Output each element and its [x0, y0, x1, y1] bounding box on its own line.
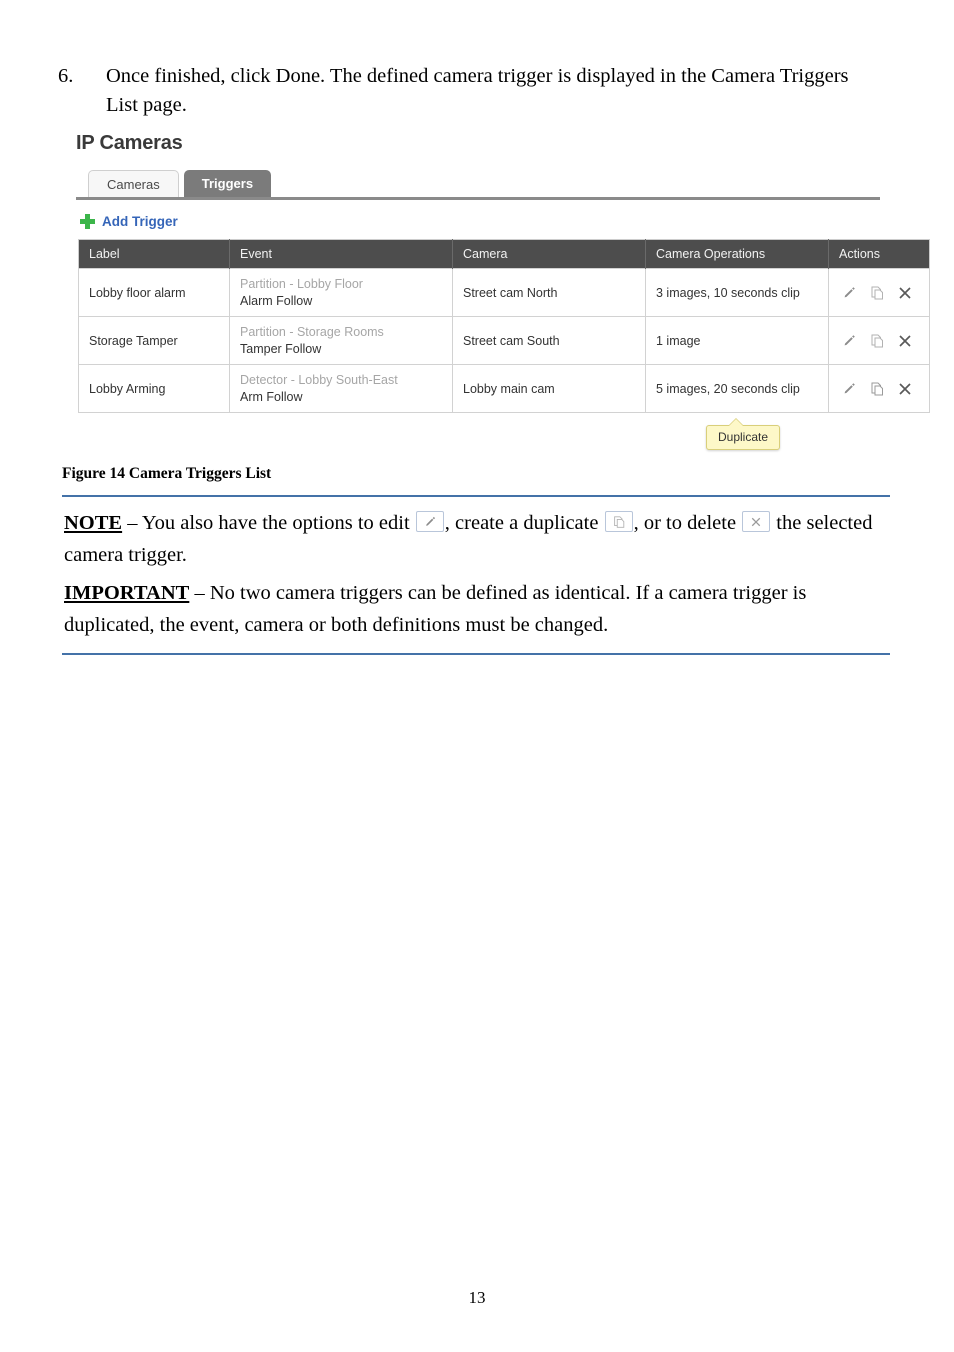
page-number: 13	[468, 1288, 486, 1307]
delete-icon	[742, 511, 771, 532]
note-keyword: NOTE	[64, 512, 123, 534]
cell-camera-operations: 3 images, 10 seconds clip	[645, 268, 829, 317]
column-header-actions: Actions	[828, 239, 930, 269]
table-body: Lobby floor alarm Partition - Lobby Floo…	[78, 268, 930, 413]
column-header-camera-operations: Camera Operations	[645, 239, 829, 269]
tooltip-text: Duplicate	[718, 430, 769, 444]
delete-icon[interactable]	[897, 285, 913, 301]
event-name: Alarm Follow	[240, 294, 313, 308]
important-keyword: IMPORTANT	[64, 582, 190, 604]
event-name: Arm Follow	[240, 390, 303, 404]
cell-camera: Street cam South	[452, 316, 646, 365]
column-header-label: Label	[78, 239, 230, 269]
table-row[interactable]: Storage Tamper Partition - Storage Rooms…	[78, 316, 930, 365]
duplicate-icon[interactable]	[869, 285, 885, 301]
camera-triggers-table: Label Event Camera Camera Operations Act…	[78, 239, 930, 413]
note-paragraph: NOTE – You also have the options to edit…	[64, 507, 890, 571]
edit-icon[interactable]	[841, 381, 857, 397]
delete-icon[interactable]	[897, 333, 913, 349]
cell-actions	[828, 364, 930, 413]
cell-actions	[828, 268, 930, 317]
cell-label: Storage Tamper	[78, 316, 230, 365]
table-row[interactable]: Lobby floor alarm Partition - Lobby Floo…	[78, 268, 930, 317]
plus-icon	[80, 214, 95, 229]
duplicate-icon[interactable]	[869, 333, 885, 349]
cell-event: Detector - Lobby South-East Arm Follow	[229, 364, 453, 413]
delete-icon[interactable]	[897, 381, 913, 397]
event-source: Partition - Storage Rooms	[240, 325, 384, 339]
important-paragraph: IMPORTANT – No two camera triggers can b…	[64, 577, 890, 641]
tab-cameras[interactable]: Cameras	[88, 170, 179, 197]
column-header-event: Event	[229, 239, 453, 269]
cell-camera: Lobby main cam	[452, 364, 646, 413]
duplicate-tooltip: Duplicate	[706, 418, 781, 450]
edit-icon[interactable]	[841, 333, 857, 349]
note-text-part-3: , or to delete	[633, 512, 742, 534]
table-header-row: Label Event Camera Camera Operations Act…	[78, 239, 930, 269]
table-header: Label Event Camera Camera Operations Act…	[78, 239, 930, 269]
cell-camera-operations: 1 image	[645, 316, 829, 365]
tab-strip-divider	[76, 197, 880, 200]
cell-actions	[828, 316, 930, 365]
edit-icon[interactable]	[841, 285, 857, 301]
add-trigger-label: Add Trigger	[102, 214, 178, 229]
column-header-camera: Camera	[452, 239, 646, 269]
step-number: 6.	[58, 65, 74, 87]
cell-camera-operations: 5 images, 20 seconds clip	[645, 364, 829, 413]
cell-camera: Street cam North	[452, 268, 646, 317]
note-important-block: NOTE – You also have the options to edit…	[62, 495, 890, 655]
event-source: Detector - Lobby South-East	[240, 373, 398, 387]
event-source: Partition - Lobby Floor	[240, 277, 363, 291]
table-row[interactable]: Lobby Arming Detector - Lobby South-East…	[78, 364, 930, 413]
cell-event: Partition - Storage Rooms Tamper Follow	[229, 316, 453, 365]
ip-cameras-app-screenshot: IP Cameras Cameras Triggers Add Trigger …	[70, 132, 930, 413]
tab-cameras-label: Cameras	[107, 177, 160, 192]
tab-strip: Cameras Triggers	[88, 167, 882, 197]
cell-label: Lobby Arming	[78, 364, 230, 413]
note-text-part-2: , create a duplicate	[444, 512, 604, 534]
duplicate-icon[interactable]	[869, 381, 885, 397]
tab-triggers[interactable]: Triggers	[183, 170, 272, 197]
edit-icon	[415, 511, 444, 532]
page-title: IP Cameras	[76, 132, 183, 154]
cell-event: Partition - Lobby Floor Alarm Follow	[229, 268, 453, 317]
note-text-part-1: – You also have the options to edit	[122, 512, 415, 534]
step-text: Once finished, click Done. The defined c…	[106, 65, 849, 116]
figure-caption: Figure 14 Camera Triggers List	[62, 465, 272, 482]
tab-triggers-label: Triggers	[201, 176, 254, 191]
add-trigger-button[interactable]: Add Trigger	[80, 214, 882, 229]
numbered-step: 6. Once finished, click Done. The define…	[58, 62, 858, 120]
duplicate-icon	[604, 511, 633, 532]
event-name: Tamper Follow	[240, 342, 322, 356]
cell-label: Lobby floor alarm	[78, 268, 230, 317]
